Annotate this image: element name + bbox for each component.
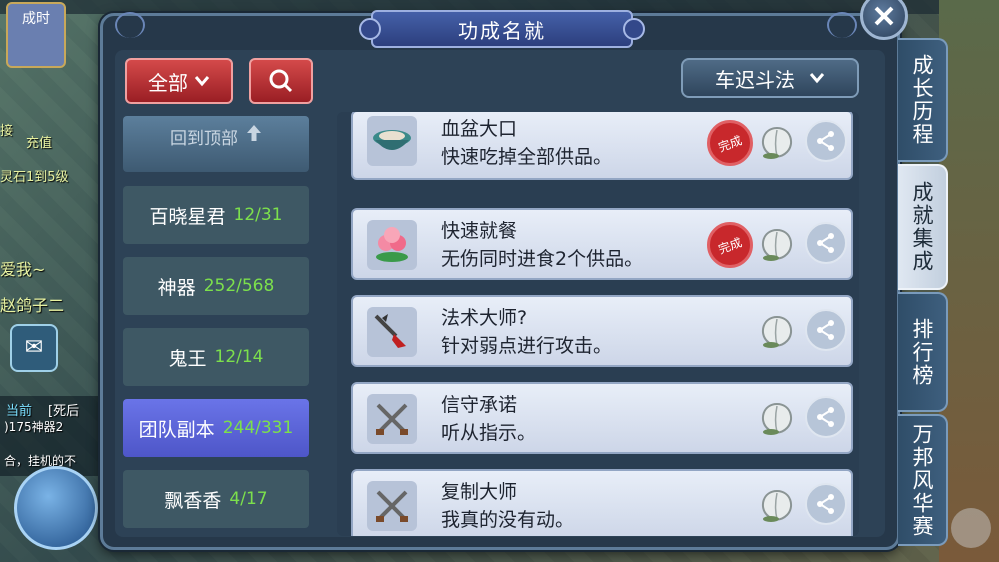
crossed-swords-icon — [367, 394, 417, 444]
category-count: 252/568 — [203, 276, 275, 296]
achievement-name: 信守承诺 — [441, 394, 518, 416]
completed-stamp: 完成 — [707, 222, 753, 268]
bg-text: 赵鸽子二 — [0, 296, 65, 315]
category-list[interactable]: 回到顶部 百晓星君 12/31 神器 252/568 鬼王 12/14 团队副本… — [121, 116, 311, 532]
chevron-down-icon — [809, 73, 825, 84]
time-badge[interactable]: 成时 — [6, 2, 66, 68]
filter-label: 全部 — [148, 70, 188, 95]
game-right-area — [939, 0, 999, 562]
action-button[interactable] — [951, 508, 991, 548]
category-item[interactable]: 神器 252/568 — [123, 257, 309, 315]
back-to-top-button[interactable]: 回到顶部 — [123, 116, 309, 172]
tab-growth-history[interactable]: 成长历程 — [898, 38, 948, 162]
category-count: 4/17 — [229, 489, 268, 509]
chevron-down-icon — [194, 76, 210, 87]
completed-stamp: 完成 — [707, 120, 753, 166]
search-button[interactable] — [249, 58, 313, 104]
share-button[interactable] — [805, 120, 847, 162]
share-icon — [817, 233, 834, 253]
crossed-swords-icon — [367, 481, 417, 531]
tab-label: 排行榜 — [910, 317, 934, 387]
achievement-list[interactable]: 血盆大口 快速吃掉全部供品。 完成 快速就餐 无伤同时进食2个供品。 完成 法术… — [337, 112, 859, 536]
peach-icon — [367, 220, 417, 270]
category-count: 12/31 — [233, 205, 283, 225]
arrow-up-icon — [247, 125, 261, 141]
panel-title: 功成名就 — [458, 18, 546, 43]
share-icon — [817, 407, 834, 427]
tab-achievements[interactable]: 成就集成 — [898, 164, 948, 290]
achievement-desc: 听从指示。 — [441, 422, 537, 444]
tab-label: 万邦风华赛 — [910, 422, 934, 538]
category-name: 鬼王 — [168, 347, 207, 370]
achievement-row[interactable]: 法术大师? 针对弱点进行攻击。 — [351, 295, 853, 367]
category-item[interactable]: 飘香香 4/17 — [123, 470, 309, 528]
panel-ornament — [115, 12, 145, 38]
close-icon — [874, 6, 894, 26]
panel-ornament — [827, 12, 857, 38]
panel-title-plate: 功成名就 — [359, 10, 645, 48]
share-icon — [817, 494, 834, 514]
chat-line: )175神器2 — [4, 420, 64, 434]
achievement-name: 血盆大口 — [441, 118, 518, 140]
category-item[interactable]: 百晓星君 12/31 — [123, 186, 309, 244]
joystick[interactable] — [14, 466, 98, 550]
peach-reward-icon — [761, 315, 793, 348]
category-name: 神器 — [157, 276, 196, 299]
bg-text: 爱我~ — [0, 260, 46, 279]
tab-leaderboard[interactable]: 排行榜 — [898, 292, 948, 412]
chat-bubble-icon: ✉ — [24, 335, 44, 360]
title-ornament — [623, 18, 645, 40]
bg-text: 接 — [0, 124, 14, 139]
stamp-label: 完成 — [716, 234, 744, 257]
time-badge-label: 成时 — [22, 11, 50, 27]
achievement-name: 复制大师 — [441, 481, 518, 503]
category-name: 团队副本 — [138, 418, 215, 441]
achievement-desc: 无伤同时进食2个供品。 — [441, 248, 644, 270]
peach-reward-icon — [761, 126, 793, 159]
mode-dropdown[interactable]: 车迟斗法 — [681, 58, 859, 98]
share-icon — [817, 320, 834, 340]
achievement-name: 快速就餐 — [441, 220, 518, 242]
tab-competition[interactable]: 万邦风华赛 — [898, 414, 948, 546]
title-ornament — [359, 18, 381, 40]
chat-button[interactable]: ✉ — [10, 324, 58, 372]
category-count: 12/14 — [214, 347, 264, 367]
peach-reward-icon — [761, 402, 793, 435]
share-button[interactable] — [805, 309, 847, 351]
share-button[interactable] — [805, 396, 847, 438]
share-button[interactable] — [805, 222, 847, 264]
filter-dropdown[interactable]: 全部 — [125, 58, 233, 104]
tab-label: 成就集成 — [910, 181, 934, 273]
achievement-row[interactable]: 复制大师 我真的没有动。 — [351, 469, 853, 536]
tab-label: 成长历程 — [910, 54, 934, 146]
share-button[interactable] — [805, 483, 847, 525]
achievement-row[interactable]: 血盆大口 快速吃掉全部供品。 完成 — [351, 112, 853, 180]
search-icon — [269, 69, 293, 93]
category-item-active[interactable]: 团队副本 244/331 — [123, 399, 309, 457]
achievement-row[interactable]: 信守承诺 听从指示。 — [351, 382, 853, 454]
category-name: 百晓星君 — [149, 205, 226, 228]
achievement-name: 法术大师? — [441, 307, 528, 329]
chat-log: 当前 [死后 )175神器2 合，挂机的不 — [0, 396, 102, 476]
mode-label: 车迟斗法 — [715, 67, 795, 92]
achievement-desc: 快速吃掉全部供品。 — [441, 146, 613, 168]
category-count: 244/331 — [222, 418, 294, 438]
back-to-top-label: 回到顶部 — [170, 129, 238, 149]
chat-channel: 当前 — [6, 404, 33, 419]
achievement-panel: 功成名就 全部 车迟斗法 回到顶部 百晓星君 12/31 神器 252/568 … — [100, 10, 900, 550]
achievement-desc: 我真的没有动。 — [441, 509, 575, 531]
achievement-row[interactable]: 快速就餐 无伤同时进食2个供品。 完成 — [351, 208, 853, 280]
bowl-icon — [367, 116, 417, 166]
achievement-desc: 针对弱点进行攻击。 — [441, 335, 613, 357]
category-name: 飘香香 — [164, 489, 222, 512]
chat-line: [死后 — [48, 404, 80, 419]
peach-reward-icon — [761, 228, 793, 261]
dagger-icon — [367, 307, 417, 357]
stamp-label: 完成 — [716, 132, 744, 155]
bg-text: 灵石1到5级 — [0, 170, 69, 185]
share-icon — [817, 131, 834, 151]
peach-reward-icon — [761, 489, 793, 522]
category-item[interactable]: 鬼王 12/14 — [123, 328, 309, 386]
bg-text: 充值 — [26, 136, 53, 151]
